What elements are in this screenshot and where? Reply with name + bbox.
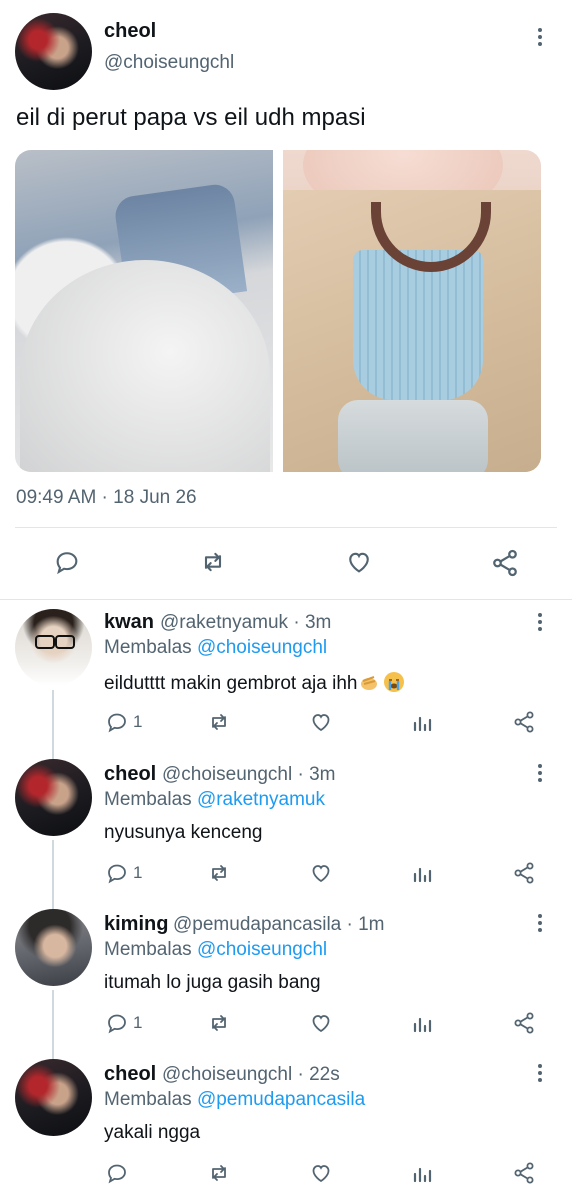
- reply-handle-time[interactable]: @choiseungchl · 3m: [162, 764, 335, 786]
- replying-to: Membalas @choiseungchl: [104, 939, 328, 960]
- retweet-icon[interactable]: [206, 710, 232, 734]
- share-icon[interactable]: [512, 1161, 536, 1185]
- mention-link[interactable]: @choiseungchl: [197, 637, 327, 658]
- replying-to: Membalas @raketnyamuk: [104, 789, 325, 810]
- tweet-media[interactable]: [15, 150, 541, 472]
- like-icon[interactable]: [308, 710, 334, 734]
- reply-handle-time[interactable]: @pemudapancasila · 1m: [173, 914, 385, 936]
- replying-to: Membalas @choiseungchl: [104, 637, 328, 658]
- analytics-icon[interactable]: [410, 710, 434, 734]
- share-icon[interactable]: [512, 1011, 536, 1035]
- reply-text: yakali ngga: [104, 1122, 201, 1143]
- photo-baby[interactable]: [283, 150, 541, 472]
- main-tweet: cheol @choiseungchl eil di perut papa vs…: [0, 0, 572, 600]
- author-handle[interactable]: @choiseungchl: [104, 52, 234, 74]
- pinching-hand-emoji: [359, 671, 381, 699]
- more-options-icon[interactable]: [537, 1064, 543, 1086]
- reply-tweet[interactable]: kiming @pemudapancasila · 1m Membalas @c…: [0, 900, 572, 1050]
- retweet-icon[interactable]: [198, 548, 228, 576]
- reply-count: 1: [133, 863, 143, 882]
- more-options-icon[interactable]: [537, 613, 543, 635]
- avatar[interactable]: [15, 759, 92, 836]
- retweet-icon[interactable]: [206, 1011, 232, 1035]
- reply-action-bar: 1: [0, 710, 572, 734]
- reply-author-name[interactable]: kwan: [104, 611, 154, 634]
- reply-text: itumah lo juga gasih bang: [104, 972, 321, 993]
- reply-author-name[interactable]: cheol: [104, 763, 156, 786]
- reply-tweet[interactable]: cheol @choiseungchl · 3m Membalas @raket…: [0, 750, 572, 900]
- reply-tweet[interactable]: cheol @choiseungchl · 22s Membalas @pemu…: [0, 1050, 572, 1199]
- more-options-icon[interactable]: [537, 764, 543, 786]
- reply-icon[interactable]: 1: [105, 1011, 142, 1035]
- reply-count: 1: [133, 1013, 143, 1032]
- retweet-icon[interactable]: [206, 1161, 232, 1185]
- reply-action-bar: [0, 1161, 572, 1185]
- reply-icon[interactable]: 1: [105, 861, 142, 885]
- reply-author-name[interactable]: cheol: [104, 1063, 156, 1086]
- reply-handle-time[interactable]: @raketnyamuk · 3m: [160, 612, 331, 634]
- reply-icon[interactable]: 1: [105, 710, 142, 734]
- mention-link[interactable]: @choiseungchl: [197, 939, 327, 960]
- avatar[interactable]: [15, 1059, 92, 1136]
- reply-icon[interactable]: [53, 548, 81, 576]
- reply-text: eildutttt makin gembrot aja ihh: [104, 671, 405, 699]
- avatar[interactable]: [15, 609, 92, 686]
- retweet-icon[interactable]: [206, 861, 232, 885]
- reply-text: nyusunya kenceng: [104, 822, 263, 843]
- reply-tweet[interactable]: kwan @raketnyamuk · 3m Membalas @choiseu…: [0, 600, 572, 750]
- analytics-icon[interactable]: [410, 1161, 434, 1185]
- crying-face-emoji: [383, 671, 405, 699]
- analytics-icon[interactable]: [410, 861, 434, 885]
- reply-icon[interactable]: [105, 1161, 133, 1185]
- mention-link[interactable]: @pemudapancasila: [197, 1089, 365, 1110]
- avatar[interactable]: [15, 909, 92, 986]
- divider: [15, 527, 557, 528]
- reply-count: 1: [133, 712, 143, 731]
- avatar[interactable]: [15, 13, 92, 90]
- analytics-icon[interactable]: [410, 1011, 434, 1035]
- like-icon[interactable]: [308, 861, 334, 885]
- like-icon[interactable]: [308, 1011, 334, 1035]
- more-options-icon[interactable]: [537, 28, 543, 50]
- reply-action-bar: 1: [0, 1011, 572, 1035]
- reply-handle-time[interactable]: @choiseungchl · 22s: [162, 1064, 340, 1086]
- mention-link[interactable]: @raketnyamuk: [197, 789, 325, 810]
- replying-to: Membalas @pemudapancasila: [104, 1089, 366, 1110]
- main-action-bar: [0, 548, 572, 580]
- more-options-icon[interactable]: [537, 914, 543, 936]
- share-icon[interactable]: [512, 861, 536, 885]
- tweet-timestamp[interactable]: 09:49 AM · 18 Jun 26: [16, 487, 197, 509]
- share-icon[interactable]: [490, 548, 520, 578]
- reply-action-bar: 1: [0, 861, 572, 885]
- like-icon[interactable]: [308, 1161, 334, 1185]
- reply-author-name[interactable]: kiming: [104, 913, 168, 936]
- tweet-text: eil di perut papa vs eil udh mpasi: [16, 104, 366, 131]
- share-icon[interactable]: [512, 710, 536, 734]
- photo-pregnant-belly[interactable]: [15, 150, 273, 472]
- author-name[interactable]: cheol: [104, 20, 156, 43]
- like-icon[interactable]: [344, 548, 374, 576]
